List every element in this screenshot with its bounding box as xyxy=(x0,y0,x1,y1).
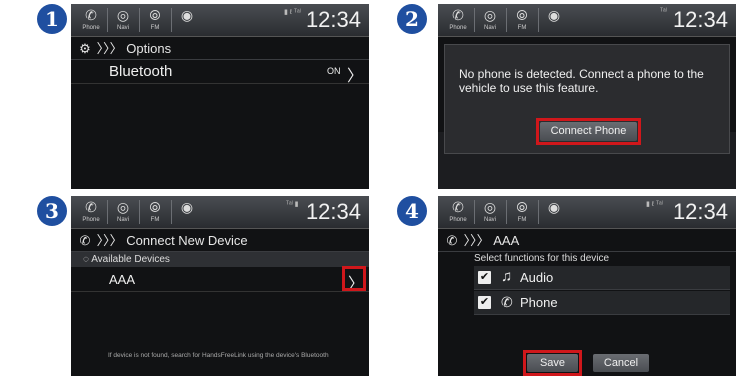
bluetooth-row[interactable]: Bluetooth ON 〉 xyxy=(71,60,369,85)
select-functions-label: Select functions for this device xyxy=(474,253,610,264)
step-badge-1: 1 xyxy=(37,4,67,34)
phone-nav-button[interactable]: ✆ Phone xyxy=(77,6,105,35)
navi-icon: ◎ xyxy=(116,199,130,215)
fm-nav-button[interactable]: ⦾ FM xyxy=(141,198,169,227)
divider xyxy=(107,8,108,32)
signal-icon: ▮ ℓ ᵀᵃˡ xyxy=(646,201,663,208)
signal-icon: ▮ ℓ ᵀᵃˡ xyxy=(284,9,301,16)
broadcast-icon: ◉ xyxy=(180,199,194,215)
fm-nav-button[interactable]: ⦾ FM xyxy=(508,198,536,227)
phone-icon: ✆ xyxy=(79,233,91,248)
function-row-phone[interactable]: ✔ ✆ Phone xyxy=(474,291,730,315)
divider xyxy=(171,8,172,32)
broadcast-icon: ◉ xyxy=(547,7,561,23)
navi-nav-button[interactable]: ◎ Navi xyxy=(476,6,504,35)
navi-nav-button[interactable]: ◎ Navi xyxy=(109,198,137,227)
music-note-icon: ♫ xyxy=(501,268,513,285)
phone-nav-button[interactable]: ✆ Phone xyxy=(77,198,105,227)
divider xyxy=(474,8,475,32)
status-bar: ✆ Phone ◎ Navi ⦾ FM ◉ ᵀᵃˡ 12:34 xyxy=(438,4,736,37)
clock: 12:34 xyxy=(305,7,361,32)
status-bar: ✆ Phone ◎ Navi ⦾ FM ◉ ᵀᵃˡ ▮ 12:34 xyxy=(71,196,369,229)
clock: 12:34 xyxy=(672,7,728,32)
divider xyxy=(139,8,140,32)
status-bar: ✆ Phone ◎ Navi ⦾ FM ◉ ▮ ℓ ᵀᵃˡ 12:34 xyxy=(438,196,736,229)
phone-icon: ✆ xyxy=(501,294,513,310)
chevron-right-icon: 〉 xyxy=(347,68,364,85)
dialog-message: No phone is detected. Connect a phone to… xyxy=(459,67,704,95)
divider xyxy=(474,200,475,224)
phone-icon: ✆ xyxy=(452,199,464,215)
page-header: ✆ 〉〉〉 Connect New Device xyxy=(71,230,369,252)
divider xyxy=(107,200,108,224)
screen-options: ✆ Phone ◎ Navi ⦾ FM ◉ ▮ ℓ ᵀᵃˡ 12:34 ⚙ 〉〉〉 O… xyxy=(71,4,369,189)
step-badge-3: 3 xyxy=(37,196,67,226)
gear-icon: ⚙ xyxy=(79,41,91,56)
step-badge-2: 2 xyxy=(397,4,427,34)
divider xyxy=(538,8,539,32)
highlight-box xyxy=(342,266,366,291)
broadcast-icon: ◉ xyxy=(547,199,561,215)
screen-connect-device: ✆ Phone ◎ Navi ⦾ FM ◉ ᵀᵃˡ ▮ 12:34 ✆ 〉〉〉 Con… xyxy=(71,196,369,376)
fm-nav-button[interactable]: ⦾ FM xyxy=(508,6,536,35)
phone-icon: ✆ xyxy=(85,199,97,215)
fm-icon: ⦾ xyxy=(149,199,161,215)
checkbox-checked-icon[interactable]: ✔ xyxy=(478,296,491,309)
fm-icon: ⦾ xyxy=(149,7,161,23)
device-row[interactable]: AAA 〉 xyxy=(71,266,369,293)
screen-select-functions: ✆ Phone ◎ Navi ⦾ FM ◉ ▮ ℓ ᵀᵃˡ 12:34 ✆ 〉〉〉 A… xyxy=(438,196,736,376)
fm-icon: ⦾ xyxy=(516,7,528,23)
loading-spinner-icon: ◌ xyxy=(83,254,89,265)
dialog-box: No phone is detected. Connect a phone to… xyxy=(444,44,730,154)
divider xyxy=(506,200,507,224)
signal-icon: ᵀᵃˡ ▮ xyxy=(286,201,299,208)
screen-no-phone: ✆ Phone ◎ Navi ⦾ FM ◉ ᵀᵃˡ 12:34 No phone is… xyxy=(438,4,736,189)
navi-icon: ◎ xyxy=(483,199,497,215)
audio-source-button[interactable]: ◉ xyxy=(540,6,568,35)
divider xyxy=(139,200,140,224)
page-header: ⚙ 〉〉〉 Options xyxy=(71,38,369,60)
phone-nav-button[interactable]: ✆ Phone xyxy=(444,198,472,227)
signal-icon: ᵀᵃˡ xyxy=(660,8,667,15)
help-text: If device is not found, search for Hands… xyxy=(108,352,329,359)
divider xyxy=(506,8,507,32)
fm-icon: ⦾ xyxy=(516,199,528,215)
clock: 12:34 xyxy=(305,199,361,224)
navi-nav-button[interactable]: ◎ Navi xyxy=(109,6,137,35)
navi-icon: ◎ xyxy=(483,7,497,23)
audio-source-button[interactable]: ◉ xyxy=(540,198,568,227)
phone-nav-button[interactable]: ✆ Phone xyxy=(444,6,472,35)
divider xyxy=(538,200,539,224)
highlight-box xyxy=(536,118,641,145)
available-devices-label: ◌ Available Devices xyxy=(71,252,369,267)
audio-source-button[interactable]: ◉ xyxy=(173,198,201,227)
navi-icon: ◎ xyxy=(116,7,130,23)
function-row-audio[interactable]: ✔ ♫ Audio xyxy=(474,266,730,290)
fm-nav-button[interactable]: ⦾ FM xyxy=(141,6,169,35)
broadcast-icon: ◉ xyxy=(180,7,194,23)
divider xyxy=(171,200,172,224)
step-badge-4: 4 xyxy=(397,196,427,226)
status-bar: ✆ Phone ◎ Navi ⦾ FM ◉ ▮ ℓ ᵀᵃˡ 12:34 xyxy=(71,4,369,37)
audio-source-button[interactable]: ◉ xyxy=(173,6,201,35)
navi-nav-button[interactable]: ◎ Navi xyxy=(476,198,504,227)
phone-icon: ✆ xyxy=(446,233,458,248)
phone-icon: ✆ xyxy=(85,7,97,23)
phone-icon: ✆ xyxy=(452,7,464,23)
clock: 12:34 xyxy=(672,199,728,224)
highlight-box xyxy=(523,350,582,376)
cancel-button[interactable]: Cancel xyxy=(593,354,649,372)
checkbox-checked-icon[interactable]: ✔ xyxy=(478,271,491,284)
page-header: ✆ 〉〉〉 AAA xyxy=(438,230,736,252)
